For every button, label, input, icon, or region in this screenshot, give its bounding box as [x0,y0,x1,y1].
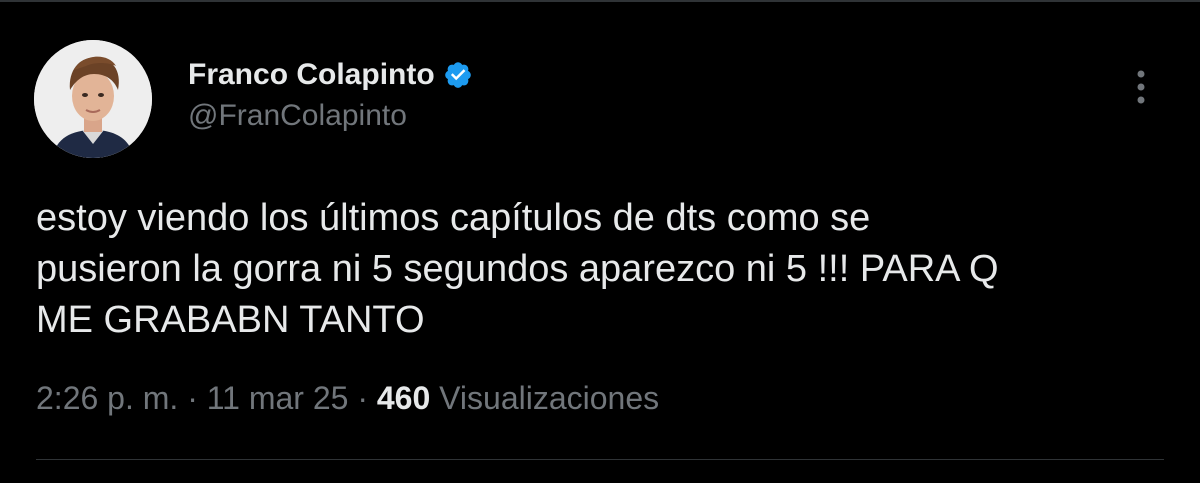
more-vertical-icon[interactable] [1128,66,1154,110]
divider [36,459,1164,460]
tweet-text: estoy viendo los últimos capítulos de dt… [36,197,999,341]
avatar-image [34,40,152,158]
author-display-name[interactable]: Franco Colapinto [188,58,435,92]
meta-separator: · [357,380,368,416]
tweet-metadata: 2:26 p. m. · 11 mar 25 · 460 Visualizaci… [36,380,659,417]
views-label[interactable]: Visualizaciones [439,380,659,416]
verified-badge-icon [443,60,473,90]
views-count[interactable]: 460 [377,380,430,416]
author-handle[interactable]: @FranColapinto [188,99,407,133]
avatar[interactable] [34,40,152,158]
tweet-date[interactable]: 11 mar 25 [207,380,349,416]
tweet-time[interactable]: 2:26 p. m. [36,380,178,416]
author-name-row: Franco Colapinto [188,55,473,95]
tweet-card: Franco Colapinto @FranColapinto estoy vi… [0,0,1200,483]
meta-separator: · [187,380,198,416]
